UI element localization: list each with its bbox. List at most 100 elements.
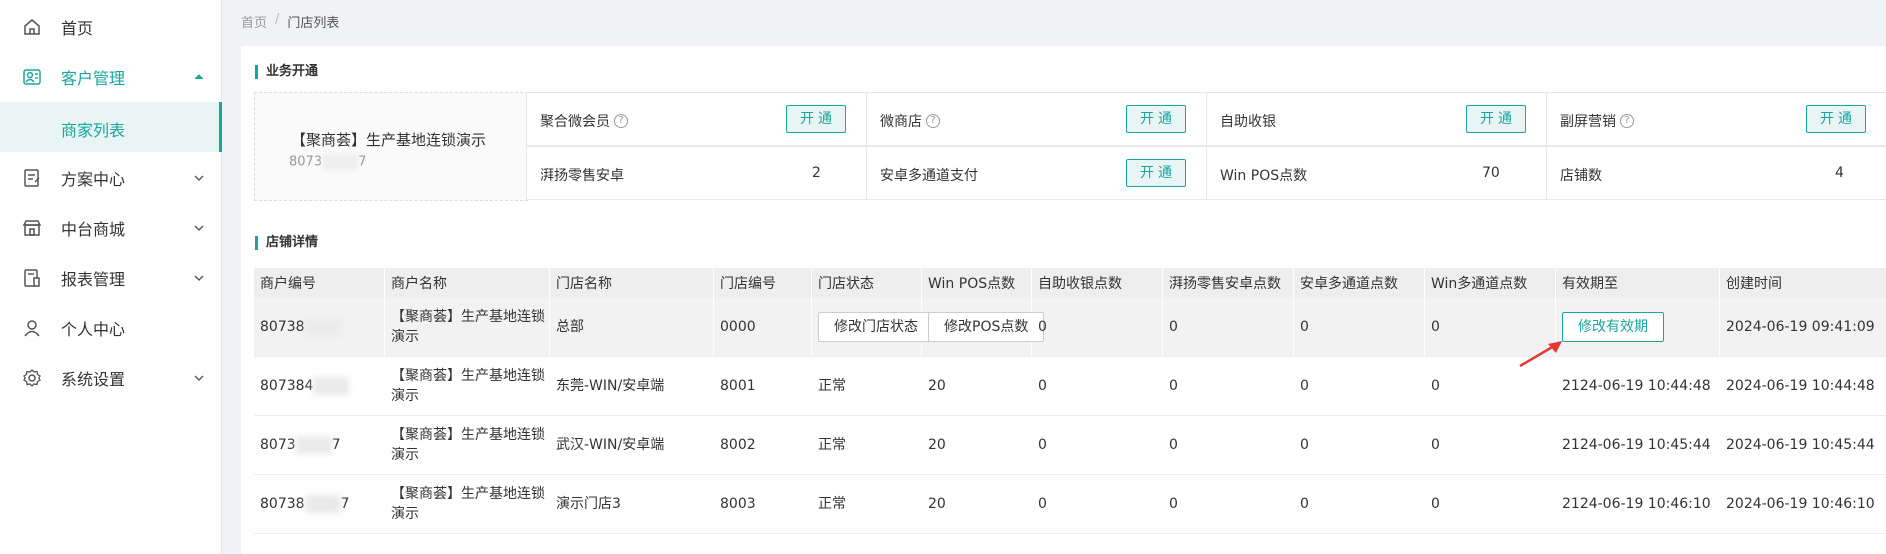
column-header: Win POS点数 — [922, 268, 1032, 298]
cell-store-name: 东莞-WIN/安卓端 — [550, 357, 714, 415]
column-header: 创建时间 — [1720, 268, 1886, 298]
sidebar-item-label: 报表管理 — [61, 270, 126, 289]
cell-win-multi: 0 — [1425, 475, 1556, 533]
chevron-down-icon — [193, 172, 205, 184]
home-icon — [21, 16, 43, 38]
sidebar-item-personal[interactable]: 个人中心 — [0, 303, 222, 353]
customer-icon — [21, 66, 43, 88]
cell-multi: 0 — [1294, 475, 1425, 533]
open-button[interactable]: 开通 — [1126, 105, 1186, 133]
sidebar-item-label: 首页 — [61, 19, 94, 38]
cell-status: 正常 — [812, 416, 922, 474]
biz-cell-store-count: 店铺数 4 — [1546, 146, 1886, 200]
help-icon[interactable]: ? — [614, 114, 628, 128]
breadcrumb: 首页 / 门店列表 — [241, 12, 339, 31]
sidebar-item-label: 个人中心 — [61, 320, 126, 339]
cell-merchant-id: 80738 7 — [254, 475, 385, 533]
redacted-blur — [304, 318, 341, 336]
sidebar-item-settings[interactable]: 系统设置 — [0, 353, 222, 403]
cell-pos: 修改POS点数 — [922, 298, 1045, 356]
open-button[interactable]: 开通 — [786, 105, 846, 133]
sidebar: 首页 客户管理 商家列表 方案中心 中台商城 报表管理 个人中心 系统设置 — [0, 0, 222, 554]
biz-cell-member: 聚合微会员? 开通 — [526, 92, 867, 146]
cell-created: 2024-06-19 09:41:09 — [1720, 298, 1886, 356]
cell-multi: 0 — [1294, 298, 1425, 356]
open-button[interactable]: 开通 — [1126, 159, 1186, 187]
cell-store-name: 武汉-WIN/安卓端 — [550, 416, 714, 474]
sidebar-item-mall[interactable]: 中台商城 — [0, 203, 222, 253]
table-row: 80738 7 【聚商荟】生产基地连锁演示 演示门店3 8003 正常 20 0 … — [254, 475, 1886, 534]
column-header: 有效期至 — [1556, 268, 1720, 298]
breadcrumb-separator: / — [275, 12, 280, 27]
table-row: 8073 7 【聚商荟】生产基地连锁演示 武汉-WIN/安卓端 8002 正常 2… — [254, 416, 1886, 475]
biz-label: 微商店? — [880, 111, 940, 131]
breadcrumb-current: 门店列表 — [287, 16, 340, 31]
business-section-title: 业务开通 — [255, 65, 318, 79]
cell-expiry: 2124-06-19 10:45:44 — [1556, 416, 1720, 474]
cell-self-checkout: 0 — [1032, 416, 1163, 474]
open-button[interactable]: 开通 — [1466, 105, 1526, 133]
store-summary-id: 8073 7 — [289, 154, 367, 170]
sidebar-item-merchant-list[interactable]: 商家列表 — [0, 102, 222, 152]
biz-cell-second-screen: 副屏营销? 开通 — [1546, 92, 1886, 146]
cell-expiry: 2124-06-19 10:46:10 — [1556, 475, 1720, 533]
cell-merchant-name: 【聚商荟】生产基地连锁演示 — [385, 357, 550, 415]
help-icon[interactable]: ? — [1620, 114, 1634, 128]
sidebar-item-plans[interactable]: 方案中心 — [0, 153, 222, 203]
store-summary: 【聚商荟】生产基地连锁演示 8073 7 — [254, 92, 528, 201]
edit-pos-count-button[interactable]: 修改POS点数 — [928, 312, 1045, 342]
biz-value: 4 — [1835, 165, 1844, 181]
biz-label: 聚合微会员? — [540, 111, 628, 131]
biz-label: 店铺数 — [1560, 168, 1602, 184]
cell-expiry: 2124-06-19 10:44:48 — [1556, 357, 1720, 415]
sidebar-item-customers[interactable]: 客户管理 — [0, 52, 222, 102]
cell-merchant-id: 8073 7 — [254, 416, 385, 474]
edit-expiry-button[interactable]: 修改有效期 — [1562, 312, 1664, 342]
chevron-down-icon — [193, 372, 205, 384]
redacted-blur — [322, 154, 359, 170]
redacted-blur — [295, 436, 332, 454]
user-icon — [21, 317, 43, 339]
open-button[interactable]: 开通 — [1806, 105, 1866, 133]
cell-android: 0 — [1163, 357, 1294, 415]
breadcrumb-home[interactable]: 首页 — [241, 12, 267, 31]
column-header: 自助收银点数 — [1032, 268, 1163, 298]
edit-store-status-button[interactable]: 修改门店状态 — [818, 312, 934, 342]
chevron-up-icon — [193, 71, 205, 83]
report-icon — [21, 267, 43, 289]
main-panel: 业务开通 【聚商荟】生产基地连锁演示 8073 7 聚合微会员? 开通 微商店? … — [241, 46, 1886, 554]
column-header: 门店编号 — [714, 268, 812, 298]
details-section-title: 店铺详情 — [255, 236, 318, 250]
redacted-blur — [313, 377, 350, 395]
sidebar-item-home[interactable]: 首页 — [0, 2, 222, 52]
cell-self-checkout: 0 — [1032, 298, 1163, 356]
cell-multi: 0 — [1294, 357, 1425, 415]
column-header: 商户编号 — [254, 268, 385, 298]
cell-store-name: 总部 — [550, 298, 714, 356]
table-row: 80738 【聚商荟】生产基地连锁演示 总部 0000 修改门店状态 修改POS… — [254, 298, 1886, 357]
help-icon[interactable]: ? — [926, 114, 940, 128]
cell-pos: 20 — [922, 357, 1032, 415]
column-header: 湃扬零售安卓点数 — [1163, 268, 1294, 298]
sidebar-item-label: 系统设置 — [61, 370, 126, 389]
cell-android: 0 — [1163, 298, 1294, 356]
column-header: Win多通道点数 — [1425, 268, 1556, 298]
biz-cell-self-checkout: 自助收银 开通 — [1206, 92, 1547, 146]
column-header: 门店名称 — [550, 268, 714, 298]
cell-self-checkout: 0 — [1032, 357, 1163, 415]
cell-store-no: 8002 — [714, 416, 812, 474]
biz-cell-android-multipay: 安卓多通道支付 开通 — [866, 146, 1207, 200]
biz-cell-android-retail: 湃扬零售安卓 2 — [526, 146, 867, 200]
cell-status: 正常 — [812, 475, 922, 533]
column-header: 门店状态 — [812, 268, 922, 298]
cell-expiry: 修改有效期 — [1556, 298, 1720, 356]
column-header: 商户名称 — [385, 268, 550, 298]
plan-icon — [21, 167, 43, 189]
cell-merchant-name: 【聚商荟】生产基地连锁演示 — [385, 416, 550, 474]
cell-pos: 20 — [922, 475, 1032, 533]
biz-value: 70 — [1482, 165, 1500, 181]
sidebar-item-reports[interactable]: 报表管理 — [0, 253, 222, 303]
cell-store-name: 演示门店3 — [550, 475, 714, 533]
cell-created: 2024-06-19 10:45:44 — [1720, 416, 1886, 474]
table-header: 商户编号 商户名称 门店名称 门店编号 门店状态 Win POS点数 自助收银点… — [254, 268, 1886, 298]
